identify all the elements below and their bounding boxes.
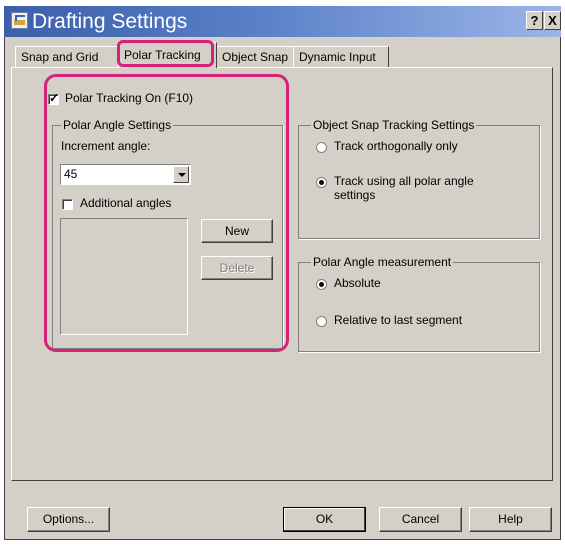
polar-settings-highlight	[44, 74, 289, 352]
polar-tracking-on-checkbox[interactable]	[48, 91, 59, 105]
tab-object-snap[interactable]: Object Snap	[216, 46, 294, 67]
help-button[interactable]: Help	[469, 507, 552, 532]
drafting-settings-app-icon	[11, 12, 28, 29]
tab-snap-and-grid[interactable]: Snap and Grid	[15, 46, 119, 67]
window-title: Drafting Settings	[32, 10, 188, 33]
cancel-button[interactable]: Cancel	[379, 507, 462, 532]
title-bar[interactable]: Drafting Settings ? X	[4, 6, 561, 37]
help-caption-button[interactable]: ?	[526, 11, 543, 30]
close-caption-button[interactable]: X	[544, 11, 561, 30]
polar-tracking-tab-highlight	[117, 40, 214, 67]
polar-tracking-on-label: Polar Tracking On (F10)	[65, 91, 194, 105]
tab-dynamic-input[interactable]: Dynamic Input	[293, 46, 389, 67]
options-button[interactable]: Options...	[27, 507, 110, 532]
ok-button[interactable]: OK	[283, 507, 366, 532]
screen: Drafting Settings ? X Snap and Grid Pola…	[0, 0, 565, 546]
